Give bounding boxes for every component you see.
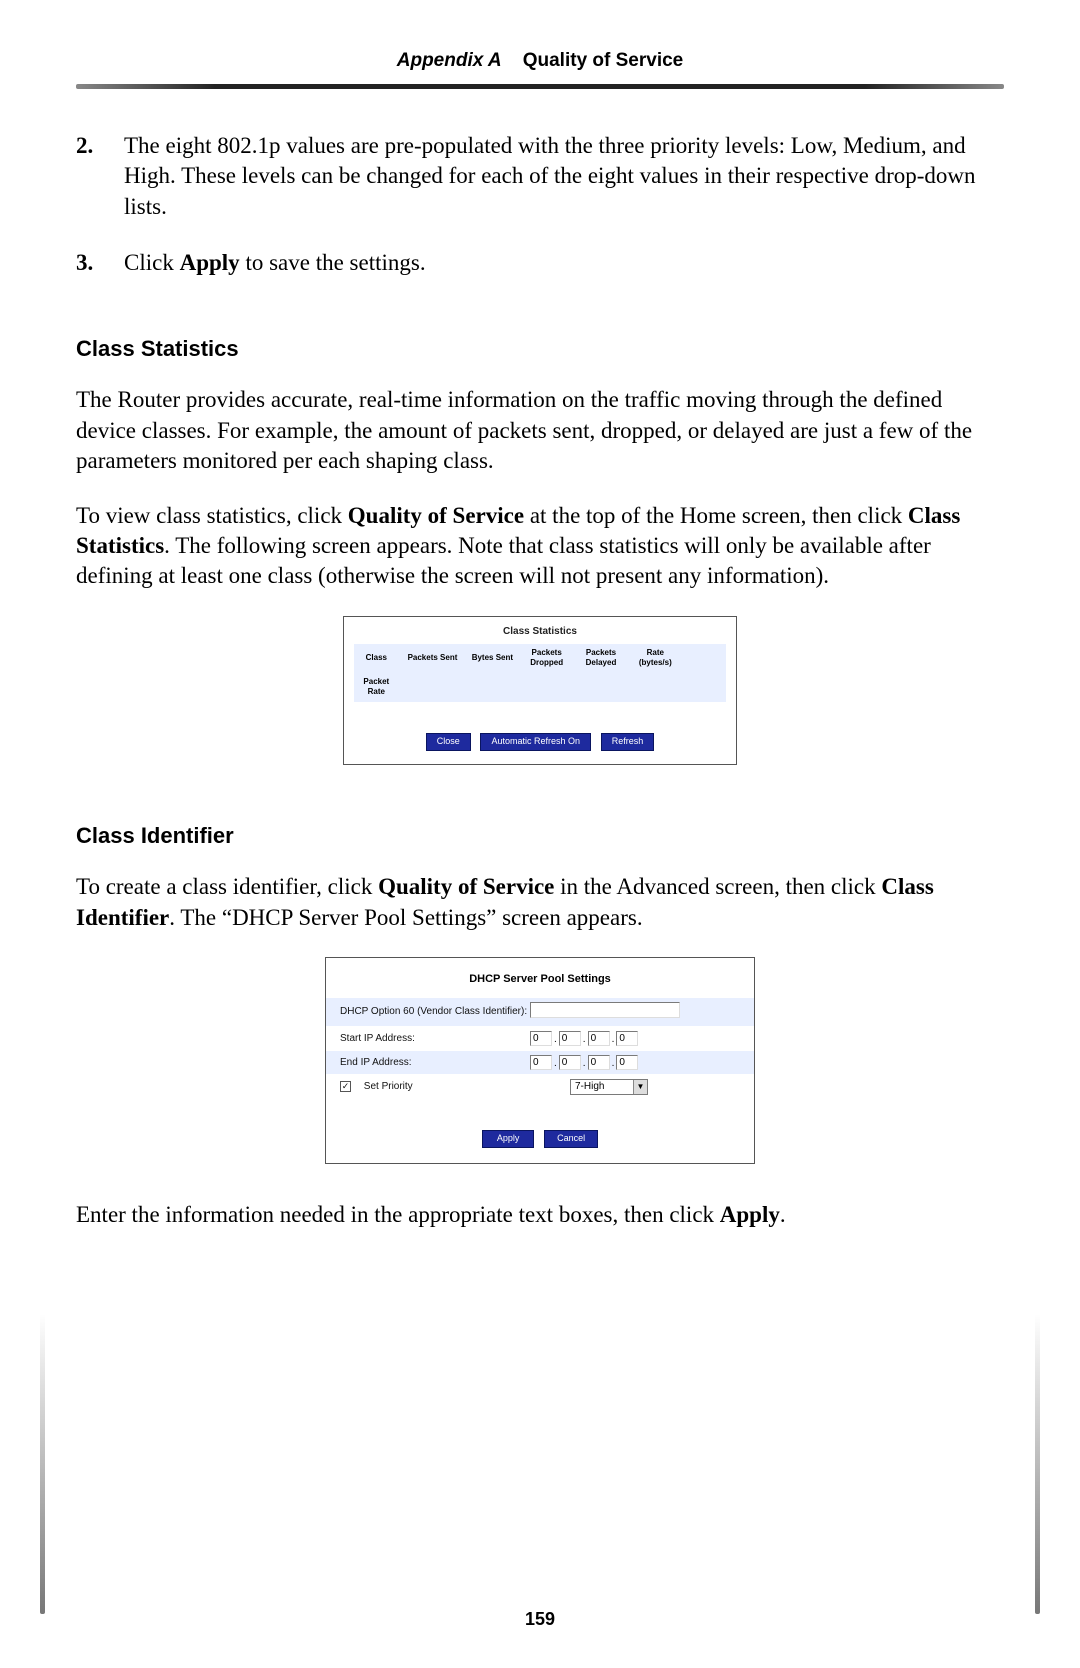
col-packet-rate: Packet Rate bbox=[354, 673, 399, 702]
priority-select[interactable]: 7-High ▼ bbox=[570, 1079, 648, 1095]
ip-octet[interactable]: 0 bbox=[559, 1055, 581, 1070]
side-gradient bbox=[1035, 1314, 1040, 1614]
col-rate: Rate (bytes/s) bbox=[629, 644, 681, 673]
figure-title: DHCP Server Pool Settings bbox=[326, 964, 754, 997]
list-item-2: 2. The eight 802.1p values are pre-popul… bbox=[76, 131, 1004, 222]
list-item-3: 3. Click Apply to save the settings. bbox=[76, 248, 1004, 278]
col-bytes-sent: Bytes Sent bbox=[466, 649, 518, 668]
paragraph: To create a class identifier, click Qual… bbox=[76, 872, 1004, 933]
list-number: 3. bbox=[76, 248, 124, 278]
auto-refresh-button[interactable]: Automatic Refresh On bbox=[480, 733, 591, 751]
start-ip-inputs: 0.0.0.0 bbox=[530, 1031, 638, 1046]
refresh-button[interactable]: Refresh bbox=[601, 733, 655, 751]
appendix-label: Appendix A bbox=[397, 50, 502, 71]
col-packets-dropped: Packets Dropped bbox=[521, 644, 573, 673]
apply-button[interactable]: Apply bbox=[482, 1130, 535, 1148]
figure-class-statistics: Class Statistics Class Packets Sent Byte… bbox=[343, 616, 737, 766]
paragraph: To view class statistics, click Quality … bbox=[76, 501, 1004, 592]
label-set-priority: Set Priority bbox=[364, 1081, 413, 1092]
ip-octet[interactable]: 0 bbox=[588, 1031, 610, 1046]
input-option60[interactable] bbox=[530, 1002, 680, 1018]
priority-value: 7-High bbox=[575, 1080, 604, 1093]
close-button[interactable]: Close bbox=[426, 733, 471, 751]
row-start-ip: Start IP Address: 0.0.0.0 bbox=[326, 1026, 754, 1050]
paragraph: The Router provides accurate, real-time … bbox=[76, 385, 1004, 476]
heading-class-statistics: Class Statistics bbox=[76, 334, 1004, 363]
col-class: Class bbox=[354, 649, 399, 668]
ip-octet[interactable]: 0 bbox=[616, 1055, 638, 1070]
heading-class-identifier: Class Identifier bbox=[76, 821, 1004, 850]
ip-octet[interactable]: 0 bbox=[588, 1055, 610, 1070]
page-header: Appendix A Quality of Service bbox=[76, 50, 1004, 84]
row-set-priority: ✓ Set Priority 7-High ▼ bbox=[326, 1074, 754, 1099]
chevron-down-icon: ▼ bbox=[633, 1080, 647, 1094]
list-body: The eight 802.1p values are pre-populate… bbox=[124, 131, 1004, 222]
header-divider bbox=[76, 84, 1004, 89]
label-option60: DHCP Option 60 (Vendor Class Identifier)… bbox=[340, 1005, 530, 1018]
side-gradient bbox=[40, 1314, 45, 1614]
figure-title: Class Statistics bbox=[354, 625, 726, 638]
figure-dhcp-settings: DHCP Server Pool Settings DHCP Option 60… bbox=[325, 957, 755, 1164]
label-start-ip: Start IP Address: bbox=[340, 1032, 530, 1045]
appendix-title: Quality of Service bbox=[523, 50, 684, 71]
ip-octet[interactable]: 0 bbox=[530, 1031, 552, 1046]
col-packets-sent: Packets Sent bbox=[401, 649, 464, 668]
priority-checkbox[interactable]: ✓ bbox=[340, 1081, 351, 1092]
row-option60: DHCP Option 60 (Vendor Class Identifier)… bbox=[326, 997, 754, 1026]
stats-table-header: Class Packets Sent Bytes Sent Packets Dr… bbox=[354, 644, 726, 702]
ip-octet[interactable]: 0 bbox=[616, 1031, 638, 1046]
paragraph: Enter the information needed in the appr… bbox=[76, 1200, 1004, 1230]
row-end-ip: End IP Address: 0.0.0.0 bbox=[326, 1050, 754, 1074]
end-ip-inputs: 0.0.0.0 bbox=[530, 1055, 638, 1070]
ip-octet[interactable]: 0 bbox=[559, 1031, 581, 1046]
col-packets-delayed: Packets Delayed bbox=[575, 644, 627, 673]
cancel-button[interactable]: Cancel bbox=[544, 1130, 598, 1148]
list-number: 2. bbox=[76, 131, 124, 222]
list-body: Click Apply to save the settings. bbox=[124, 248, 1004, 278]
label-end-ip: End IP Address: bbox=[340, 1056, 530, 1069]
ip-octet[interactable]: 0 bbox=[530, 1055, 552, 1070]
page-number: 159 bbox=[0, 1609, 1080, 1630]
